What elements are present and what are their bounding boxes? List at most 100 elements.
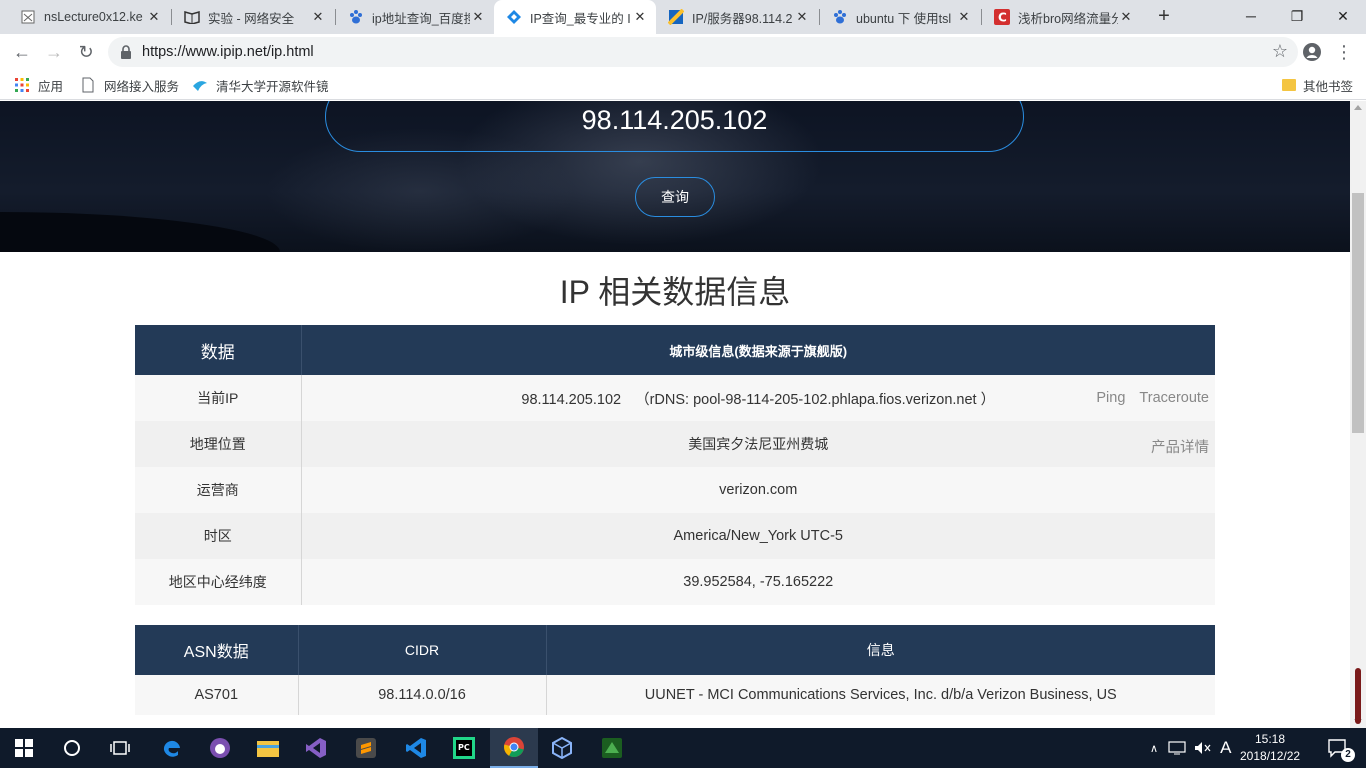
notification-count-badge: 2 (1341, 748, 1355, 762)
edge-icon (163, 740, 180, 757)
green-app-taskbar-app[interactable] (588, 728, 636, 768)
bookmark-star-icon[interactable]: ☆ (1272, 41, 1288, 62)
server-site-icon (668, 9, 684, 25)
virtualbox-taskbar-app[interactable] (538, 728, 586, 768)
close-icon[interactable]: ✕ (794, 9, 810, 25)
task-view-button[interactable] (96, 728, 144, 768)
close-icon[interactable]: ✕ (310, 9, 326, 25)
profile-icon[interactable] (1300, 40, 1324, 64)
address-bar[interactable]: https://www.ipip.net/ip.html ☆ (108, 37, 1298, 67)
tab-server[interactable]: IP/服务器98.114.2 ✕ (656, 0, 818, 34)
hero-banner: 98.114.205.102 查询 (0, 101, 1350, 252)
tuna-icon (193, 81, 207, 91)
table-header-value: 城市级信息(数据来源于旗舰版) (301, 325, 1215, 375)
isp-value: verizon.com (301, 467, 1215, 513)
close-icon[interactable]: ✕ (1118, 9, 1134, 25)
tray-overflow-chevron-icon[interactable]: ∧ (1150, 742, 1158, 755)
reload-button[interactable]: ↻ (74, 40, 98, 64)
octocat-icon (210, 738, 230, 758)
vscode-taskbar-app[interactable] (392, 728, 440, 768)
svg-text:C: C (998, 11, 1007, 25)
pycharm-taskbar-app[interactable]: PC (440, 728, 488, 768)
cortana-circle-icon (64, 740, 80, 756)
tab-strip: nsLecture0x12.ke ✕ 实验 - 网络安全 ✕ ip地址查询_百度… (0, 0, 1366, 34)
book-icon (184, 9, 200, 25)
bookmark-other[interactable]: 其他书签 (1281, 76, 1353, 94)
latlng-value: 39.952584, -75.165222 (301, 559, 1215, 605)
chrome-taskbar-app[interactable] (490, 728, 538, 768)
asn-header-info: 信息 (546, 625, 1215, 675)
bookmarks-bar: 应用 网络接入服务 清华大学开源软件镜 其他书签 (0, 70, 1366, 100)
menu-kebab-icon[interactable]: ⋮ (1332, 40, 1356, 64)
action-center-button[interactable]: 2 (1316, 728, 1360, 768)
traceroute-link[interactable]: Traceroute (1139, 390, 1209, 406)
table-row: 地理位置 美国宾夕法尼亚州费城 产品详情 (135, 421, 1215, 467)
tab-ipip-active[interactable]: IP查询_最专业的 I ✕ (494, 0, 656, 34)
table-row: 运营商 verizon.com (135, 467, 1215, 513)
forward-button[interactable]: → (42, 40, 66, 64)
bookmark-tsinghua-mirror[interactable]: 清华大学开源软件镜 (192, 76, 329, 94)
close-icon[interactable]: ✕ (146, 9, 162, 25)
hero-hill-silhouette (0, 212, 280, 252)
asn-table: ASN数据 CIDR 信息 AS701 98.114.0.0/16 UUNET … (135, 625, 1215, 715)
windows-taskbar: PC ∧ A 15:18 2018/12/22 2 (0, 728, 1366, 768)
bookmark-apps[interactable]: 应用 (14, 76, 63, 94)
url-text: https://www.ipip.net/ip.html (142, 44, 314, 60)
cortana-button[interactable] (48, 728, 96, 768)
tab-nslecture[interactable]: nsLecture0x12.ke ✕ (8, 0, 170, 34)
new-tab-button[interactable]: + (1154, 6, 1174, 26)
timezone-value: America/New_York UTC-5 (301, 513, 1215, 559)
volume-muted-icon[interactable] (1194, 741, 1212, 755)
github-desktop-taskbar-app[interactable] (196, 728, 244, 768)
taskbar-clock[interactable]: 15:18 2018/12/22 (1240, 731, 1300, 765)
minimize-button[interactable]: ─ (1228, 0, 1274, 32)
ping-link[interactable]: Ping (1096, 390, 1125, 406)
vertical-scrollbar[interactable] (1350, 101, 1366, 728)
start-button[interactable] (0, 728, 48, 768)
chrome-icon (504, 737, 524, 757)
close-icon[interactable]: ✕ (632, 9, 648, 25)
table-row: 地区中心经纬度 39.952584, -75.165222 (135, 559, 1215, 605)
tab-shiyan[interactable]: 实验 - 网络安全 ✕ (172, 0, 334, 34)
sublime-text-taskbar-app[interactable] (342, 728, 390, 768)
table-row: 时区 America/New_York UTC-5 (135, 513, 1215, 559)
network-icon[interactable] (1168, 741, 1186, 755)
query-button[interactable]: 查询 (635, 177, 715, 217)
lock-icon (121, 45, 131, 59)
tab-baidu-ip[interactable]: ip地址查询_百度搜 ✕ (336, 0, 494, 34)
close-icon[interactable]: ✕ (470, 9, 486, 25)
location-value: 美国宾夕法尼亚州费城 (688, 436, 829, 452)
close-icon[interactable]: ✕ (956, 9, 972, 25)
tab-bro[interactable]: C 浅析bro网络流量分 ✕ (982, 0, 1142, 34)
current-ip-value: 98.114.205.102 (521, 391, 622, 408)
visual-studio-taskbar-app[interactable] (292, 728, 340, 768)
visual-studio-icon (306, 738, 326, 758)
scroll-up-icon[interactable] (1354, 105, 1362, 110)
back-button[interactable]: ← (10, 40, 34, 64)
apps-grid-icon (15, 78, 29, 92)
edge-taskbar-app[interactable] (148, 728, 196, 768)
ip-info-table: 数据 城市级信息(数据来源于旗舰版) 当前IP 98.114.205.102 （r… (135, 325, 1215, 605)
bookmark-network-access[interactable]: 网络接入服务 (80, 76, 179, 94)
system-tray: ∧ A (1150, 728, 1237, 768)
green-app-icon (602, 738, 622, 758)
baidu-paw-icon (348, 9, 364, 25)
vscode-icon (406, 738, 426, 758)
document-icon (20, 9, 36, 25)
ip-search-input[interactable]: 98.114.205.102 (325, 101, 1024, 152)
svg-text:PC: PC (458, 743, 470, 752)
scrollbar-thumb[interactable] (1352, 193, 1364, 433)
tab-ubuntu[interactable]: ubuntu 下 使用tsl ✕ (820, 0, 980, 34)
product-details-link[interactable]: 产品详情 (1151, 440, 1209, 456)
folder-icon (1282, 79, 1296, 91)
page-icon (82, 77, 94, 93)
task-view-icon (110, 741, 130, 755)
thermometer-widget (1355, 668, 1361, 724)
table-row: 当前IP 98.114.205.102 （rDNS: pool-98-114-20… (135, 375, 1215, 421)
file-explorer-taskbar-app[interactable] (244, 728, 292, 768)
asn-header-cidr: CIDR (298, 625, 547, 675)
ime-indicator[interactable]: A (1220, 738, 1231, 758)
restore-button[interactable]: ❐ (1274, 0, 1320, 32)
section-title: IP 相关数据信息 (559, 274, 791, 310)
window-close-button[interactable]: ✕ (1320, 0, 1366, 32)
